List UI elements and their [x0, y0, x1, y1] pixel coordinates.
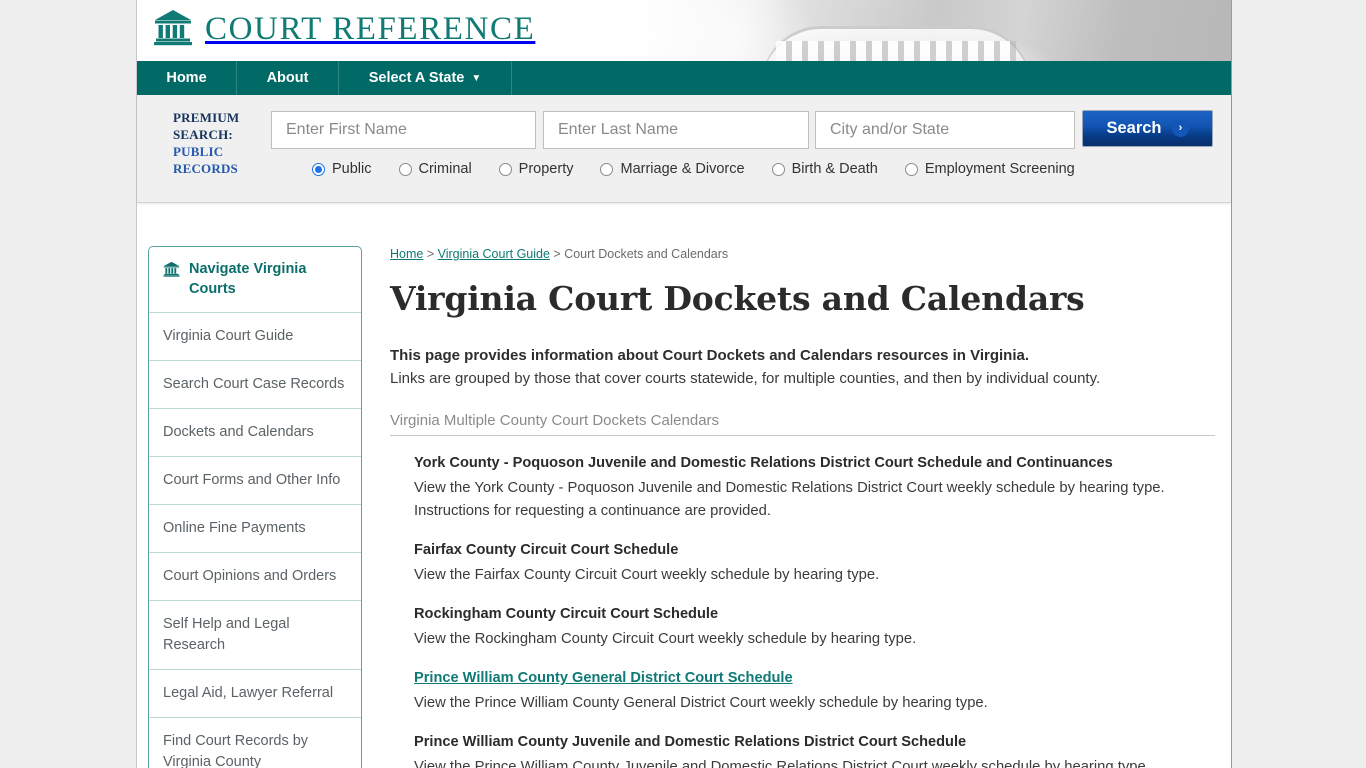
- radio-label-property: Property: [518, 161, 574, 177]
- site-container: COURT REFERENCE Home About Select A Stat…: [136, 0, 1232, 768]
- masthead-fade-overlay: [567, 0, 787, 61]
- breadcrumb-link-home[interactable]: Home: [390, 247, 423, 261]
- chevron-right-icon: ›: [1171, 120, 1189, 137]
- breadcrumb-current: Court Dockets and Calendars: [564, 247, 729, 261]
- premium-label-line-3: PUBLIC: [173, 144, 224, 159]
- radio-icon-property: [498, 162, 512, 176]
- radio-icon-criminal: [398, 162, 412, 176]
- sidebar-item-online-fine-payments[interactable]: Online Fine Payments: [149, 505, 361, 553]
- listing-description: View the York County - Poquoson Juvenile…: [414, 480, 1165, 519]
- page-root: COURT REFERENCE Home About Select A Stat…: [0, 0, 1366, 768]
- intro-sub-text: Links are grouped by those that cover co…: [390, 370, 1101, 387]
- listing-item: Fairfax County Circuit Court Schedule Vi…: [414, 540, 1215, 587]
- radio-label-marriage-divorce: Marriage & Divorce: [620, 161, 745, 177]
- listing-description: View the Fairfax County Circuit Court we…: [414, 567, 880, 583]
- radio-icon-public: [312, 162, 325, 176]
- listing-item: Rockingham County Circuit Court Schedule…: [414, 604, 1215, 651]
- sidebar-item-legal-aid-lawyer-referral[interactable]: Legal Aid, Lawyer Referral: [149, 670, 361, 718]
- courthouse-icon: [163, 259, 180, 277]
- listing-title: York County - Poquoson Juvenile and Dome…: [414, 455, 1113, 471]
- listing-title: Rockingham County Circuit Court Schedule: [414, 606, 719, 622]
- breadcrumb-separator-2: >: [549, 247, 565, 261]
- listing-description: View the Prince William County General D…: [414, 695, 988, 711]
- radio-label-public: Public: [332, 161, 372, 177]
- sidebar-item-label: Online Fine Payments: [163, 520, 306, 536]
- radio-label-birth-death: Birth & Death: [791, 161, 878, 177]
- section-header: Virginia Multiple County Court Dockets C…: [390, 412, 1215, 436]
- sidebar-item-court-opinions-and-orders[interactable]: Court Opinions and Orders: [149, 553, 361, 601]
- radio-option-criminal[interactable]: Criminal: [398, 161, 472, 177]
- radio-option-public[interactable]: Public: [312, 161, 372, 177]
- nav-label-home: Home: [166, 70, 207, 86]
- premium-search-bar: PREMIUM SEARCH: PUBLIC RECORDS Search › …: [137, 95, 1231, 203]
- last-name-input[interactable]: [543, 111, 809, 149]
- content-area: Navigate Virginia Courts Virginia Court …: [137, 203, 1231, 768]
- radio-icon-marriage-divorce: [600, 162, 614, 176]
- listing-item: York County - Poquoson Juvenile and Dome…: [414, 453, 1215, 523]
- sidebar-item-label: Court Opinions and Orders: [163, 568, 337, 584]
- site-logo-link[interactable]: COURT REFERENCE: [153, 8, 535, 51]
- sidebar-item-label: Find Court Records by Virginia County: [163, 733, 309, 768]
- primary-navigation: Home About Select A State ▼: [137, 61, 1231, 95]
- radio-option-marriage-divorce[interactable]: Marriage & Divorce: [600, 161, 745, 177]
- sidebar-item-label: Legal Aid, Lawyer Referral: [163, 685, 334, 701]
- masthead: COURT REFERENCE: [137, 0, 1231, 61]
- listing-item: Prince William County General District C…: [414, 668, 1215, 715]
- listing-description: View the Rockingham County Circuit Court…: [414, 631, 917, 647]
- nav-item-about[interactable]: About: [237, 61, 339, 95]
- radio-label-employment-screening: Employment Screening: [924, 161, 1075, 177]
- listing-title-link-prince-william-general-district[interactable]: Prince William County General District C…: [414, 668, 1215, 689]
- search-type-radio-group: Public Criminal Property Marriage & Divo…: [312, 161, 1102, 177]
- sidebar-item-label: Self Help and Legal Research: [163, 616, 290, 653]
- sidebar-item-label: Virginia Court Guide: [163, 328, 294, 344]
- sidebar-header-label: Navigate Virginia Courts: [189, 261, 307, 297]
- intro-strong-text: This page provides information about Cou…: [390, 347, 1030, 364]
- sidebar-item-label: Search Court Case Records: [163, 376, 345, 392]
- nav-label-select-a-state: Select A State: [368, 70, 465, 86]
- radio-option-birth-death[interactable]: Birth & Death: [771, 161, 878, 177]
- chevron-down-icon: ▼: [471, 72, 482, 84]
- search-button[interactable]: Search ›: [1082, 110, 1213, 147]
- sidebar-item-virginia-court-guide[interactable]: Virginia Court Guide: [149, 313, 361, 361]
- page-title: Virginia Court Dockets and Calendars: [390, 279, 1085, 318]
- radio-label-criminal: Criminal: [418, 161, 472, 177]
- sidebar-item-search-court-case-records[interactable]: Search Court Case Records: [149, 361, 361, 409]
- listing-title: Fairfax County Circuit Court Schedule: [414, 542, 679, 558]
- navigate-courts-box: Navigate Virginia Courts Virginia Court …: [148, 246, 362, 768]
- premium-label-line-4: RECORDS: [173, 161, 238, 176]
- sidebar-item-dockets-and-calendars[interactable]: Dockets and Calendars: [149, 409, 361, 457]
- radio-icon-birth-death: [771, 162, 785, 176]
- site-title: COURT REFERENCE: [205, 11, 536, 47]
- listing-description: View the Prince William County Juvenile …: [414, 759, 1150, 768]
- courthouse-icon: [153, 8, 193, 51]
- sidebar-item-self-help-and-legal-research[interactable]: Self Help and Legal Research: [149, 601, 361, 670]
- sidebar: Navigate Virginia Courts Virginia Court …: [148, 246, 362, 768]
- nav-item-select-a-state[interactable]: Select A State ▼: [339, 61, 512, 95]
- sidebar-item-label: Court Forms and Other Info: [163, 472, 341, 488]
- radio-option-property[interactable]: Property: [498, 161, 574, 177]
- premium-search-label: PREMIUM SEARCH: PUBLIC RECORDS: [173, 109, 259, 177]
- sidebar-item-find-court-records-by-virginia-county[interactable]: Find Court Records by Virginia County: [149, 718, 361, 768]
- listing-item: Prince William County Juvenile and Domes…: [414, 732, 1215, 768]
- city-state-input[interactable]: [815, 111, 1075, 149]
- radio-option-employment-screening[interactable]: Employment Screening: [904, 161, 1075, 177]
- nav-item-home[interactable]: Home: [137, 61, 237, 95]
- nav-label-about: About: [266, 70, 309, 86]
- sidebar-header: Navigate Virginia Courts: [149, 247, 361, 313]
- search-button-label: Search: [1106, 119, 1162, 137]
- sidebar-item-label: Dockets and Calendars: [163, 424, 314, 440]
- sidebar-item-court-forms-and-other-info[interactable]: Court Forms and Other Info: [149, 457, 361, 505]
- breadcrumb-link-virginia-court-guide[interactable]: Virginia Court Guide: [438, 247, 550, 261]
- nav-empty-space: [512, 61, 1231, 95]
- breadcrumb-separator-1: >: [423, 247, 438, 261]
- radio-icon-employment-screening: [904, 162, 918, 176]
- breadcrumb: Home > Virginia Court Guide > Court Dock…: [390, 246, 1215, 262]
- listing-title: Prince William County Juvenile and Domes…: [414, 734, 967, 750]
- premium-label-line-2: SEARCH:: [173, 127, 233, 142]
- main-column: Home > Virginia Court Guide > Court Dock…: [362, 246, 1231, 768]
- first-name-input[interactable]: [271, 111, 536, 149]
- premium-label-line-1: PREMIUM: [173, 110, 240, 125]
